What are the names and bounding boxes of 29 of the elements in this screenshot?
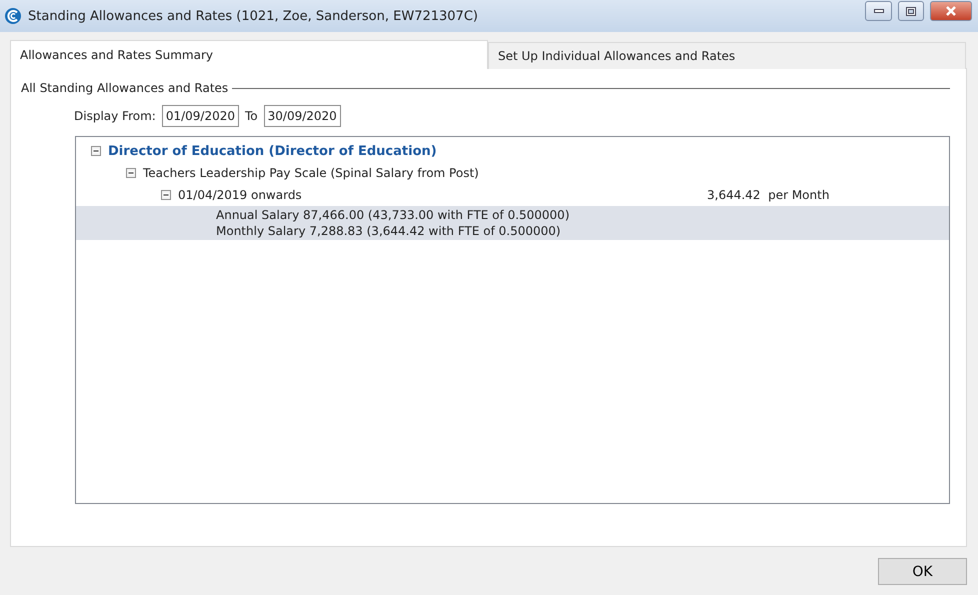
tree-row[interactable]: Teachers Leadership Pay Scale (Spinal Salary from Post) bbox=[76, 162, 949, 184]
tab[interactable]: Allowances and Rates Summary bbox=[10, 40, 488, 69]
tree-label: 01/04/2019 onwards bbox=[178, 188, 302, 202]
tree-label: Director of Education (Director of Education) bbox=[108, 144, 437, 158]
minimize-icon bbox=[874, 9, 884, 13]
display-from-label: Display From: bbox=[74, 109, 156, 123]
close-button[interactable] bbox=[930, 1, 972, 21]
close-icon bbox=[945, 6, 957, 16]
amount-text: 3,644.42 per Month bbox=[707, 188, 830, 202]
collapse-icon[interactable] bbox=[126, 168, 136, 178]
ok-button[interactable]: OK bbox=[878, 558, 967, 585]
minimize-button[interactable] bbox=[865, 1, 892, 21]
from-date-field[interactable]: 01/09/2020 bbox=[162, 105, 239, 127]
tree-row[interactable]: 01/04/2019 onwards 3,644.42 per Month bbox=[76, 184, 949, 206]
app-logo-icon bbox=[4, 7, 22, 25]
tab[interactable]: Set Up Individual Allowances and Rates bbox=[488, 42, 966, 69]
tree-label: Teachers Leadership Pay Scale (Spinal Salary from Post) bbox=[143, 166, 479, 180]
collapse-icon[interactable] bbox=[91, 146, 101, 156]
maximize-icon bbox=[906, 6, 916, 16]
to-date-field[interactable]: 30/09/2020 bbox=[264, 105, 341, 127]
to-label: To bbox=[245, 109, 258, 123]
salary-line: Annual Salary 87,466.00 (43,733.00 with FTE of 0.500000) bbox=[216, 207, 571, 223]
group-title: All Standing Allowances and Rates bbox=[21, 81, 228, 95]
collapse-icon[interactable] bbox=[161, 190, 171, 200]
detail-row[interactable]: Annual Salary 87,466.00 (43,733.00 with FTE of 0.500000) Monthly Salary 7,288.83 (3,644.42 with FTE of 0.500000) bbox=[76, 206, 949, 240]
salary-line: Monthly Salary 7,288.83 (3,644.42 with FTE of 0.500000) bbox=[216, 223, 562, 239]
maximize-button[interactable] bbox=[898, 1, 924, 21]
tree-row[interactable]: Director of Education (Director of Education) bbox=[76, 140, 949, 162]
window-title: Standing Allowances and Rates (1021, Zoe, Sanderson, EW721307C) bbox=[28, 8, 479, 24]
